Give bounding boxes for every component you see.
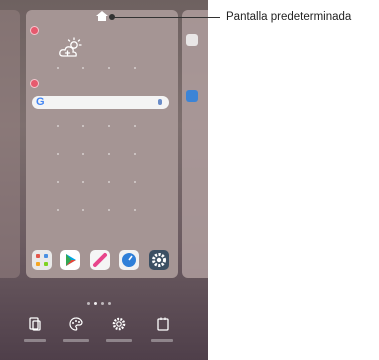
grid-dot <box>134 153 136 155</box>
remove-badge[interactable] <box>30 79 39 88</box>
home-icon[interactable] <box>96 11 108 21</box>
grid-dot <box>82 181 84 183</box>
app-folder-icon[interactable] <box>32 250 52 270</box>
app-icon <box>186 34 198 46</box>
grid-dot <box>134 209 136 211</box>
grid-dot <box>57 125 59 127</box>
grid-dot <box>134 67 136 69</box>
toolbar-label <box>151 339 173 342</box>
page-indicator-dot[interactable] <box>87 302 90 305</box>
grid-dot <box>57 181 59 183</box>
wallpaper-palette-icon[interactable] <box>68 316 84 332</box>
toolbar-label <box>24 339 46 342</box>
play-store-icon[interactable] <box>60 250 80 270</box>
settings-gear-icon[interactable] <box>111 316 127 332</box>
grid-dot <box>57 209 59 211</box>
app-drawer-icon[interactable] <box>155 316 171 332</box>
grid-dot <box>108 125 110 127</box>
weather-cloud-sun-icon <box>59 37 82 57</box>
grid-dot <box>134 181 136 183</box>
phone-screen: G <box>0 0 208 360</box>
grid-dot <box>108 153 110 155</box>
widgets-icon[interactable] <box>27 316 43 332</box>
grid-dot <box>108 181 110 183</box>
mic-icon[interactable] <box>158 99 162 105</box>
toolbar-label <box>106 339 132 342</box>
grid-dot <box>108 209 110 211</box>
settings-icon[interactable] <box>149 250 169 270</box>
app-icon <box>186 90 198 102</box>
grid-dot <box>82 125 84 127</box>
home-screen-edit-panel[interactable]: G <box>26 10 178 278</box>
note-pen-icon[interactable] <box>90 250 110 270</box>
google-search-bar[interactable]: G <box>32 96 169 109</box>
remove-badge[interactable] <box>30 26 39 35</box>
clock-icon[interactable] <box>119 250 139 270</box>
next-page-preview[interactable] <box>182 10 208 278</box>
toolbar-label <box>63 339 89 342</box>
grid-dot <box>134 125 136 127</box>
page-indicator-dot[interactable] <box>101 302 104 305</box>
page-indicator-dot[interactable] <box>108 302 111 305</box>
callout-line <box>112 17 220 18</box>
grid-dot <box>57 153 59 155</box>
grid-dot <box>82 209 84 211</box>
grid-dot <box>108 67 110 69</box>
prev-page-preview[interactable] <box>0 10 20 278</box>
google-logo: G <box>36 96 45 108</box>
grid-dot <box>57 67 59 69</box>
grid-dot <box>82 153 84 155</box>
page-indicator-dot[interactable] <box>94 302 97 305</box>
grid-dot <box>82 67 84 69</box>
callout-label: Pantalla predeterminada <box>226 11 352 23</box>
